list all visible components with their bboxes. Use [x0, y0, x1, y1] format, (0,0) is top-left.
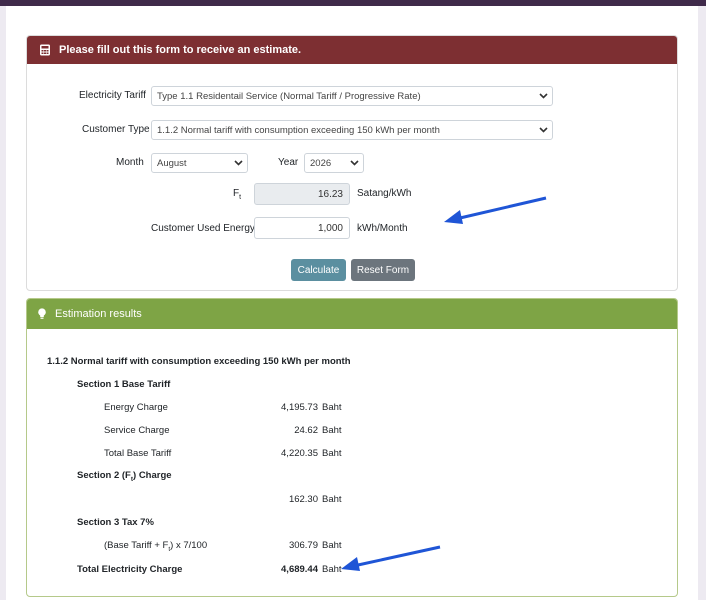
- service-charge-label: Service Charge: [104, 425, 170, 436]
- estimate-form-card: Please fill out this form to receive an …: [26, 35, 678, 291]
- lightbulb-icon: [37, 308, 49, 320]
- chevron-down-icon: [534, 93, 552, 99]
- chevron-down-icon: [229, 160, 247, 166]
- form-header-title: Please fill out this form to receive an …: [59, 44, 302, 56]
- total-electricity-value: 4,689.44: [281, 564, 318, 575]
- tax-formula-label: (Base Tariff + Ft) x 7/100: [104, 540, 208, 553]
- annotation-arrow: [444, 196, 547, 224]
- currency: Baht: [322, 494, 342, 505]
- energy-unit: kWh/Month: [357, 223, 408, 234]
- reset-form-button[interactable]: Reset Form: [351, 259, 415, 281]
- tariff-select[interactable]: Type 1.1 Residentail Service (Normal Tar…: [151, 86, 553, 106]
- customer-type-select-value: 1.1.2 Normal tariff with consumption exc…: [157, 124, 440, 136]
- ft-label: Ft: [233, 188, 242, 201]
- energy-charge-value: 4,195.73: [281, 402, 318, 413]
- section3-heading: Section 3 Tax 7%: [77, 517, 154, 528]
- calculate-button[interactable]: Calculate: [291, 259, 346, 281]
- form-header: Please fill out this form to receive an …: [27, 36, 677, 64]
- tax-value: 306.79: [288, 540, 318, 551]
- month-label: Month: [116, 157, 144, 168]
- customer-type-select[interactable]: 1.1.2 Normal tariff with consumption exc…: [151, 120, 553, 140]
- section1-heading: Section 1 Base Tariff: [77, 379, 171, 390]
- total-base-value: 4,220.35: [281, 448, 318, 459]
- results-title: 1.1.2 Normal tariff with consumption exc…: [47, 356, 351, 367]
- calculator-icon: [39, 44, 51, 56]
- annotation-arrow: [341, 545, 441, 571]
- total-base-label: Total Base Tariff: [104, 448, 172, 459]
- month-select[interactable]: August: [151, 153, 248, 173]
- page-content: Please fill out this form to receive an …: [6, 6, 698, 600]
- currency: Baht: [322, 448, 342, 459]
- energy-charge-label: Energy Charge: [104, 402, 168, 413]
- currency: Baht: [322, 402, 342, 413]
- total-electricity-label: Total Electricity Charge: [77, 564, 183, 575]
- ft-charge-value: 162.30: [288, 494, 318, 505]
- energy-input[interactable]: 1,000: [254, 217, 350, 239]
- month-select-value: August: [157, 157, 187, 169]
- customer-type-label: Customer Type: [82, 124, 150, 135]
- service-charge-value: 24.62: [294, 425, 318, 436]
- energy-label: Customer Used Energy: [151, 223, 255, 234]
- results-header-title: Estimation results: [55, 308, 142, 320]
- chevron-down-icon: [534, 127, 552, 133]
- results-header: Estimation results: [27, 299, 677, 329]
- year-label: Year: [278, 157, 299, 168]
- chevron-down-icon: [345, 160, 363, 166]
- tariff-label: Electricity Tariff: [79, 90, 146, 101]
- ft-unit: Satang/kWh: [357, 188, 412, 199]
- section2-heading: Section 2 (Ft) Charge: [77, 470, 172, 483]
- currency: Baht: [322, 425, 342, 436]
- year-select-value: 2026: [310, 157, 332, 169]
- tariff-select-value: Type 1.1 Residentail Service (Normal Tar…: [157, 90, 421, 102]
- year-select[interactable]: 2026: [304, 153, 364, 173]
- ft-input: 16.23: [254, 183, 350, 205]
